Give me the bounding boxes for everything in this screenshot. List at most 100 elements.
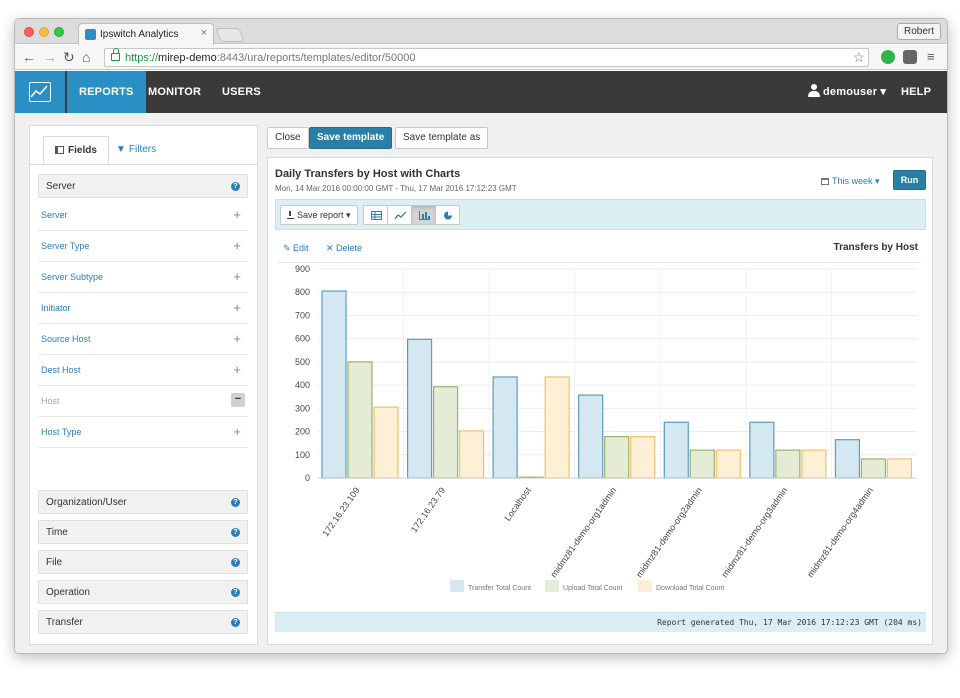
- grammarly-extension-icon[interactable]: [881, 50, 895, 64]
- y-tick-label: 600: [295, 334, 310, 344]
- extension-icon[interactable]: [903, 50, 917, 64]
- add-field-icon[interactable]: +: [233, 300, 241, 315]
- close-window-icon[interactable]: [24, 27, 34, 37]
- field-section[interactable]: Time?: [38, 520, 248, 544]
- profile-button[interactable]: Robert: [896, 23, 941, 40]
- close-button[interactable]: Close: [267, 127, 309, 149]
- bookmark-star-icon[interactable]: ☆: [852, 49, 865, 66]
- field-section[interactable]: Operation?: [38, 580, 248, 604]
- y-tick-label: 300: [295, 403, 310, 413]
- help-icon[interactable]: ?: [231, 618, 240, 627]
- y-tick-label: 0: [305, 473, 310, 483]
- minimize-window-icon[interactable]: [39, 27, 49, 37]
- bar: [663, 421, 689, 479]
- field-label: Server Subtype: [41, 272, 104, 282]
- nav-users[interactable]: USERS: [210, 71, 273, 113]
- download-icon: [287, 211, 294, 219]
- bar: [492, 376, 518, 479]
- field-item[interactable]: Dest Host +: [38, 355, 248, 386]
- save-report-button[interactable]: Save report ▾: [280, 205, 358, 225]
- bar-chart-icon: [419, 211, 430, 220]
- x-tick-label: midmz81-demo-org3admin: [720, 485, 790, 579]
- help-icon[interactable]: ?: [231, 528, 240, 537]
- pie-chart-button[interactable]: [435, 205, 460, 225]
- field-item[interactable]: Server Type +: [38, 231, 248, 262]
- help-icon[interactable]: ?: [231, 558, 240, 567]
- legend-label: Upload Total Count: [563, 585, 622, 592]
- main-content: Fields ▼ Filters Server ? Server + Server T…: [15, 113, 947, 653]
- help-icon[interactable]: ?: [231, 498, 240, 507]
- address-bar[interactable]: https://mirep-demo:8443/ura/reports/temp…: [104, 48, 869, 67]
- nav-monitor[interactable]: MONITOR: [136, 71, 213, 113]
- y-tick-label: 400: [295, 380, 310, 390]
- pie-chart-icon: [444, 211, 452, 220]
- save-template-button[interactable]: Save template: [309, 127, 393, 149]
- save-template-as-button[interactable]: Save template as: [395, 127, 489, 149]
- transfers-bar-chart: 0 100 200 300 400 500 600 700 800 900 172.16.23.10…: [295, 264, 917, 592]
- tab-close-icon[interactable]: ×: [201, 27, 207, 39]
- field-item[interactable]: Server +: [38, 200, 248, 231]
- range-dropdown[interactable]: This week ▾: [821, 176, 880, 187]
- bar: [347, 361, 373, 479]
- field-item[interactable]: Host Type +: [38, 417, 248, 448]
- report-date-range: Mon, 14 Mar 2016 00:00:00 GMT - Thu, 17 …: [275, 184, 517, 193]
- delete-link[interactable]: ✕ Delete: [326, 243, 362, 254]
- field-section[interactable]: Transfer?: [38, 610, 248, 634]
- field-label: Server: [41, 210, 68, 220]
- field-item[interactable]: Initiator +: [38, 293, 248, 324]
- reload-icon[interactable]: ↻: [63, 49, 75, 65]
- add-field-icon[interactable]: +: [233, 424, 241, 439]
- bar: [749, 421, 775, 479]
- section-label: Operation: [46, 587, 90, 598]
- edit-link[interactable]: ✎ Edit: [283, 243, 309, 254]
- add-field-icon[interactable]: +: [233, 331, 241, 346]
- field-item[interactable]: Source Host +: [38, 324, 248, 355]
- field-label: Host: [41, 396, 60, 406]
- back-arrow-icon[interactable]: ←: [22, 49, 36, 65]
- bar-chart-button[interactable]: [411, 205, 436, 225]
- field-section[interactable]: Organization/User?: [38, 490, 248, 514]
- nav-reports[interactable]: REPORTS: [67, 71, 146, 113]
- field-item[interactable]: Server Subtype +: [38, 262, 248, 293]
- help-icon[interactable]: ?: [231, 588, 240, 597]
- user-menu[interactable]: demouser ▾: [811, 71, 898, 113]
- field-label: Dest Host: [41, 365, 81, 375]
- maximize-window-icon[interactable]: [54, 27, 64, 37]
- help-icon[interactable]: ?: [231, 182, 240, 191]
- y-tick-label: 500: [295, 357, 310, 367]
- section-label: Time: [46, 527, 68, 538]
- table-view-button[interactable]: [363, 205, 388, 225]
- line-chart-button[interactable]: [387, 205, 412, 225]
- app-logo[interactable]: [15, 71, 65, 113]
- browser-tab[interactable]: Ipswitch Analytics ×: [78, 23, 214, 45]
- x-tick-label: 172.16.23.79: [409, 485, 447, 534]
- x-tick-label: Localhost: [502, 485, 533, 523]
- calendar-icon: [821, 178, 829, 185]
- add-field-icon[interactable]: +: [233, 269, 241, 284]
- bar: [406, 338, 433, 479]
- field-section[interactable]: File?: [38, 550, 248, 574]
- section-server[interactable]: Server ?: [38, 174, 248, 198]
- add-field-icon[interactable]: +: [233, 362, 241, 377]
- forward-arrow-icon[interactable]: →: [43, 49, 57, 65]
- new-tab-button[interactable]: [215, 28, 245, 42]
- bar: [630, 436, 656, 479]
- y-tick-label: 800: [295, 287, 310, 297]
- add-field-icon[interactable]: +: [233, 207, 241, 222]
- field-item[interactable]: Host −: [38, 386, 248, 417]
- bar: [834, 439, 861, 479]
- home-icon[interactable]: ⌂: [82, 49, 90, 65]
- run-button[interactable]: Run: [893, 170, 926, 190]
- add-field-icon[interactable]: +: [233, 238, 241, 253]
- legend-swatch: [450, 580, 464, 592]
- section-label: Transfer: [46, 617, 83, 628]
- tab-filters[interactable]: ▼ Filters: [105, 136, 167, 164]
- menu-icon[interactable]: ≡: [927, 49, 935, 65]
- help-menu[interactable]: HELP ▾: [889, 71, 947, 140]
- tab-title: Ipswitch Analytics: [100, 29, 179, 40]
- tab-fields[interactable]: Fields: [43, 136, 109, 164]
- remove-field-icon[interactable]: −: [231, 393, 245, 407]
- analytics-logo-icon: [29, 82, 51, 102]
- y-tick-label: 200: [295, 427, 310, 437]
- x-tick-label: midmz81-demo-org4admin: [805, 485, 875, 579]
